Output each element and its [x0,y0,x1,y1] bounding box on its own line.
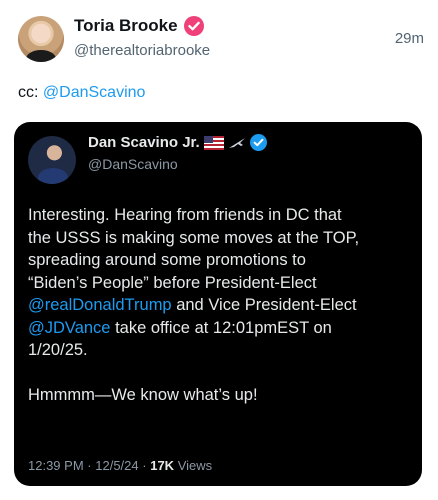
quoted-author-handle[interactable]: @DanScavino [88,156,178,172]
verified-icon [249,134,267,151]
outer-post-header: Toria Brooke @therealtoriabrooke 29m [18,14,424,66]
verified-icon [183,16,204,36]
post-timestamp[interactable]: 29m [395,30,424,47]
body-line: Interesting. Hearing from friends in DC … [28,206,342,224]
author-handle[interactable]: @therealtoriabrooke [74,42,210,59]
meta-separator: · [87,458,92,473]
post-date[interactable]: 12/5/24 [95,458,138,473]
body-line: the USSS is making some moves at the TOP… [28,228,360,247]
meta-separator: · [142,458,147,473]
body-line: 1/20/25. [28,341,88,359]
body-line: @JDVance take office at 12:01pmEST on [28,317,412,340]
body-line: Hmmmm—We know what’s up! [28,385,258,404]
mention-link[interactable]: @realDonaldTrump [28,296,172,314]
views-count: 17K [150,458,175,473]
quoted-avatar[interactable] [28,136,76,184]
quoted-author-name[interactable]: Dan Scavino Jr. [88,134,200,151]
quoted-author-row[interactable]: Dan Scavino Jr. [88,134,267,151]
mention-link[interactable]: @DanScavino [43,84,146,101]
post-time[interactable]: 12:39 PM [28,458,84,473]
quoted-post-body: Interesting. Hearing from friends in DC … [28,204,412,406]
body-text: and Vice President-Elect [171,296,357,314]
author-name[interactable]: Toria Brooke [74,16,178,36]
body-line: spreading around some promotions to [28,251,306,269]
author-name-row[interactable]: Toria Brooke [74,16,204,36]
quoted-post-meta: 12:39 PM · 12/5/24 · 17K Views [28,458,212,473]
body-line: “Biden’s People” before President-Elect [28,273,317,292]
cc-prefix: cc: [18,84,39,101]
jet-icon [228,136,246,150]
post-text: cc: @DanScavino [18,84,145,102]
avatar[interactable] [18,16,64,62]
us-flag-icon [203,135,224,150]
quoted-post-card[interactable]: Dan Scavino Jr. @DanScavino Interesting.… [14,122,422,486]
views-label: Views [177,458,213,473]
mention-link[interactable]: @JDVance [28,319,110,337]
body-text: take office at 12:01pmEST on [110,318,332,337]
body-line: @realDonaldTrump and Vice President-Elec… [28,294,412,317]
